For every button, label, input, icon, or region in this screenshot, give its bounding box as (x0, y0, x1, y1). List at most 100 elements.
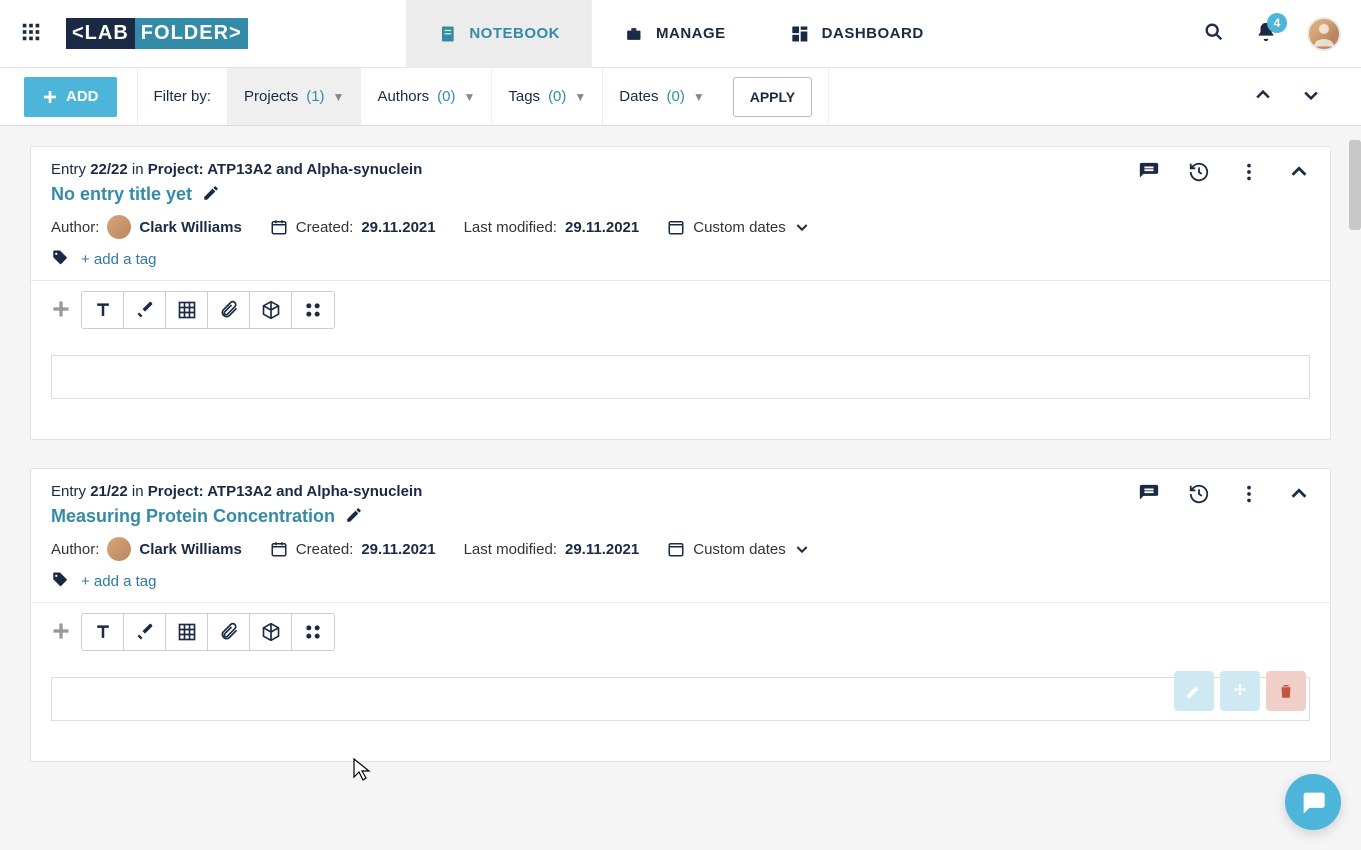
entry-toolbar (31, 280, 1330, 339)
custom-dates-button[interactable]: Custom dates (667, 218, 810, 236)
attachment-tool-icon[interactable] (208, 614, 250, 650)
filter-projects-label: Projects (244, 88, 298, 105)
created-block: Created: 29.11.2021 (270, 218, 436, 236)
comment-icon[interactable] (1138, 161, 1160, 186)
modified-label: Last modified: (464, 541, 557, 558)
move-content-icon[interactable] (1220, 671, 1260, 711)
entry-head: Entry 21/22 in Project: ATP13A2 and Alph… (31, 469, 1330, 602)
search-icon[interactable] (1203, 21, 1225, 46)
apps-icon[interactable] (20, 21, 42, 46)
text-tool-icon[interactable] (82, 292, 124, 328)
modified-date: 29.11.2021 (565, 541, 639, 558)
collapse-entry-icon[interactable] (1288, 483, 1310, 508)
tab-dashboard[interactable]: DASHBOARD (758, 0, 956, 68)
filter-by-label: Filter by: (137, 68, 228, 125)
author-name: Clark Williams (139, 219, 241, 236)
entry-card: Entry 22/22 in Project: ATP13A2 and Alph… (30, 146, 1331, 440)
filter-authors[interactable]: Authors (0) ▼ (360, 68, 491, 125)
tag-icon (51, 249, 69, 270)
edit-title-icon[interactable] (345, 506, 363, 527)
bell-icon[interactable]: 4 (1255, 21, 1277, 46)
apply-button[interactable]: APPLY (733, 77, 812, 117)
content-hover-actions (1174, 671, 1306, 711)
table-tool-icon[interactable] (166, 614, 208, 650)
cube-tool-icon[interactable] (250, 614, 292, 650)
main-tabs: NOTEBOOK MANAGE DASHBOARD (405, 0, 955, 68)
created-date: 29.11.2021 (361, 219, 435, 236)
author-block: Author: Clark Williams (51, 537, 242, 561)
logo[interactable]: <LAB FOLDER> (66, 18, 248, 49)
entry-body (31, 339, 1330, 439)
topbar-left: <LAB FOLDER> (20, 18, 248, 49)
modified-block: Last modified: 29.11.2021 (464, 219, 640, 236)
apps-tool-icon[interactable] (292, 614, 334, 650)
entry-meta: Author: Clark Williams Created: 29.11.20… (51, 215, 1310, 239)
entry-prefix: Entry (51, 161, 90, 178)
delete-content-icon[interactable] (1266, 671, 1306, 711)
scrollbar[interactable] (1349, 140, 1361, 230)
add-tag-link[interactable]: + add a tag (81, 251, 156, 268)
add-element-icon[interactable] (51, 299, 71, 322)
entries-list: Entry 22/22 in Project: ATP13A2 and Alph… (0, 126, 1361, 850)
apps-tool-icon[interactable] (292, 292, 334, 328)
filter-dates-label: Dates (619, 88, 658, 105)
add-tag-link[interactable]: + add a tag (81, 573, 156, 590)
text-tool-icon[interactable] (82, 614, 124, 650)
custom-dates-button[interactable]: Custom dates (667, 540, 810, 558)
edit-title-icon[interactable] (202, 184, 220, 205)
author-avatar (107, 537, 131, 561)
highlight-tool-icon[interactable] (124, 292, 166, 328)
expand-down-icon[interactable] (1301, 85, 1321, 108)
tab-notebook-label: NOTEBOOK (469, 25, 560, 42)
attachment-tool-icon[interactable] (208, 292, 250, 328)
cube-tool-icon[interactable] (250, 292, 292, 328)
entry-title-row: No entry title yet (51, 184, 1310, 205)
content-area[interactable] (51, 677, 1310, 721)
history-icon[interactable] (1188, 483, 1210, 508)
modified-date: 29.11.2021 (565, 219, 639, 236)
notification-badge: 4 (1267, 13, 1287, 33)
created-block: Created: 29.11.2021 (270, 540, 436, 558)
user-avatar[interactable] (1307, 17, 1341, 51)
filter-by-text: Filter by: (154, 88, 212, 105)
filterbar-right (1253, 85, 1361, 108)
tab-notebook[interactable]: NOTEBOOK (405, 0, 592, 68)
filter-projects[interactable]: Projects (1) ▼ (227, 68, 360, 125)
tag-row: + add a tag (51, 571, 1310, 592)
comment-icon[interactable] (1138, 483, 1160, 508)
highlight-tool-icon[interactable] (124, 614, 166, 650)
entry-body (31, 661, 1330, 761)
chevron-down-icon: ▼ (333, 90, 345, 104)
entry-breadcrumb: Entry 22/22 in Project: ATP13A2 and Alph… (51, 161, 1310, 178)
edit-content-icon[interactable] (1174, 671, 1214, 711)
filter-tags[interactable]: Tags (0) ▼ (491, 68, 602, 125)
author-label: Author: (51, 219, 99, 236)
filter-authors-label: Authors (377, 88, 429, 105)
more-icon[interactable] (1238, 161, 1260, 186)
tab-manage[interactable]: MANAGE (592, 0, 758, 68)
modified-block: Last modified: 29.11.2021 (464, 541, 640, 558)
topbar-right: 4 (1203, 17, 1341, 51)
add-button[interactable]: ADD (24, 77, 117, 117)
chevron-down-icon: ▼ (463, 90, 475, 104)
tag-row: + add a tag (51, 249, 1310, 270)
table-tool-icon[interactable] (166, 292, 208, 328)
entry-count: 22/22 (90, 161, 128, 178)
chat-fab[interactable] (1285, 774, 1341, 830)
more-icon[interactable] (1238, 483, 1260, 508)
logo-folder: FOLDER> (135, 18, 248, 49)
toolbar-group (81, 613, 335, 651)
add-element-icon[interactable] (51, 621, 71, 644)
entry-title[interactable]: No entry title yet (51, 184, 192, 205)
collapse-up-icon[interactable] (1253, 85, 1273, 108)
content-area[interactable] (51, 355, 1310, 399)
entry-count: 21/22 (90, 483, 128, 500)
filterbar-left: ADD Filter by: Projects (1) ▼ Authors (0… (24, 68, 829, 125)
chevron-down-icon: ▼ (693, 90, 705, 104)
entry-meta: Author: Clark Williams Created: 29.11.20… (51, 537, 1310, 561)
entry-project: Project: ATP13A2 and Alpha-synuclein (148, 483, 423, 500)
filter-dates[interactable]: Dates (0) ▼ (602, 68, 720, 125)
collapse-entry-icon[interactable] (1288, 161, 1310, 186)
history-icon[interactable] (1188, 161, 1210, 186)
entry-title[interactable]: Measuring Protein Concentration (51, 506, 335, 527)
